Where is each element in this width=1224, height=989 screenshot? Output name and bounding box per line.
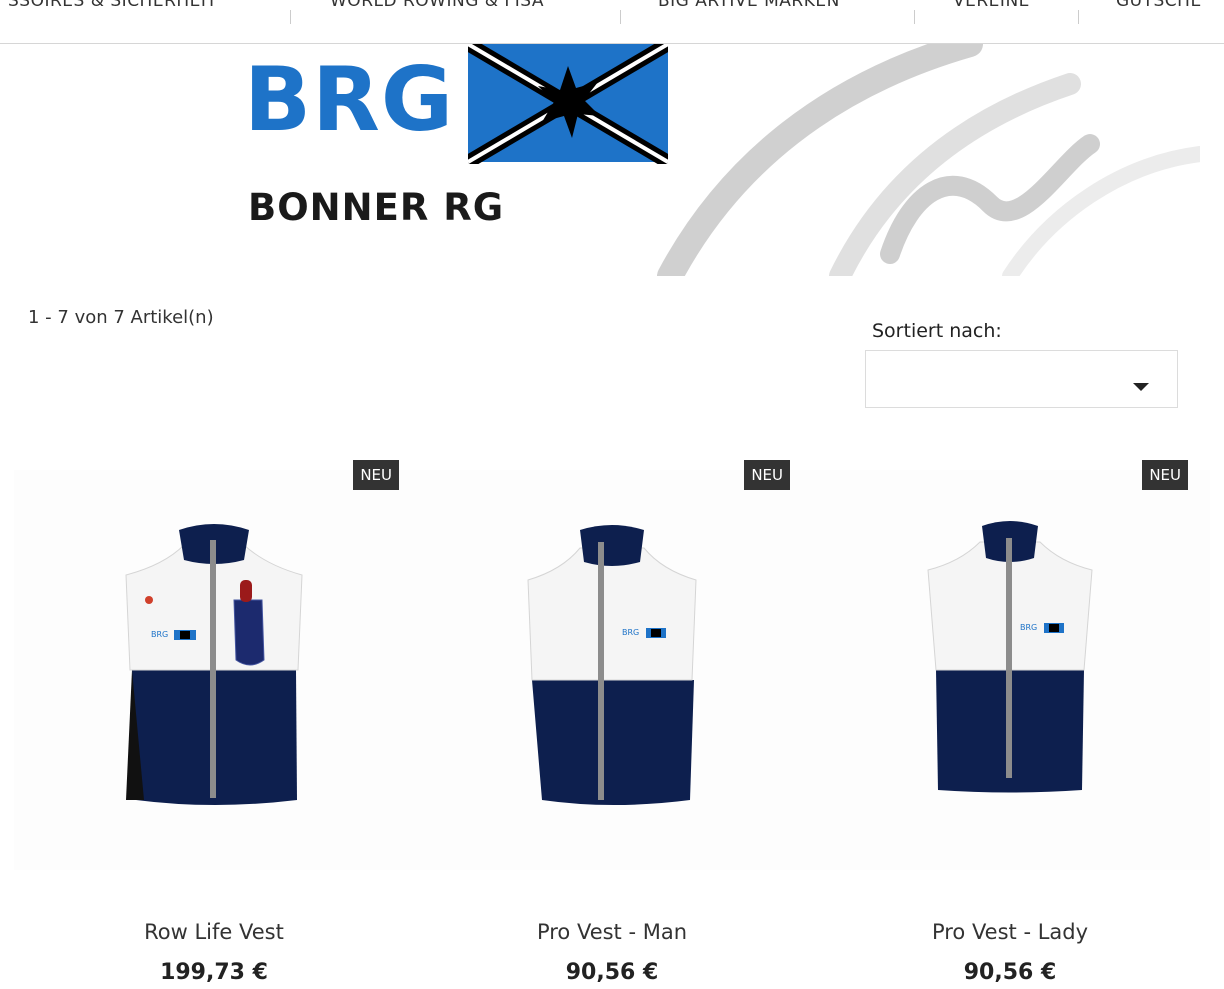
sort-label: Sortiert nach:: [872, 320, 1002, 342]
vest-image: BRG: [527, 525, 697, 805]
club-name: BONNER RG: [248, 186, 505, 229]
caret-down-icon: [1133, 383, 1149, 391]
club-flag-logo: [468, 44, 668, 164]
sort-dropdown[interactable]: [865, 350, 1178, 408]
product-image[interactable]: BRG: [14, 470, 414, 870]
svg-text:BRG: BRG: [1020, 623, 1037, 632]
club-banner: BRG BONNER RG: [190, 44, 1200, 276]
product-card[interactable]: BRG NEU Pro Vest - Lady 90,56 €: [810, 460, 1210, 989]
result-count: 1 - 7 von 7 Artikel(n): [28, 307, 214, 328]
nav-separator: [1078, 10, 1079, 24]
nav-separator: [914, 10, 915, 24]
product-name[interactable]: Pro Vest - Lady: [810, 920, 1210, 944]
nav-item-world-rowing[interactable]: WORLD ROWING & FISA: [330, 0, 544, 17]
top-navigation: SSOIRES & SICHERHEIT WORLD ROWING & FISA…: [0, 0, 1224, 44]
nav-item-vouchers[interactable]: GUTSCHE: [1116, 0, 1202, 17]
product-card[interactable]: BRG NEU Row Life Vest 199,73 €: [14, 460, 414, 989]
product-name[interactable]: Pro Vest - Man: [412, 920, 812, 944]
new-badge: NEU: [744, 460, 790, 490]
product-image[interactable]: BRG: [810, 470, 1210, 870]
nav-separator: [620, 10, 621, 24]
svg-text:BRG: BRG: [151, 630, 168, 639]
product-card[interactable]: BRG NEU Pro Vest - Man 90,56 €: [412, 460, 812, 989]
product-price: 90,56 €: [963, 960, 1057, 985]
nav-item-brands[interactable]: BIG ARTIVE MARKEN: [658, 0, 840, 17]
vest-image: BRG: [927, 521, 1093, 793]
vest-image: BRG: [125, 524, 303, 805]
product-image[interactable]: BRG: [412, 470, 812, 870]
nav-item-clubs[interactable]: VEREINE: [953, 0, 1030, 17]
product-price: 199,73 €: [160, 960, 268, 985]
brg-logo-text: BRG: [244, 48, 455, 151]
nav-separator: [290, 10, 291, 24]
new-badge: NEU: [353, 460, 399, 490]
product-price: 90,56 €: [565, 960, 659, 985]
nav-item-accessories[interactable]: SSOIRES & SICHERHEIT: [8, 0, 217, 17]
new-badge: NEU: [1142, 460, 1188, 490]
svg-text:BRG: BRG: [622, 628, 639, 637]
product-name[interactable]: Row Life Vest: [14, 920, 414, 944]
